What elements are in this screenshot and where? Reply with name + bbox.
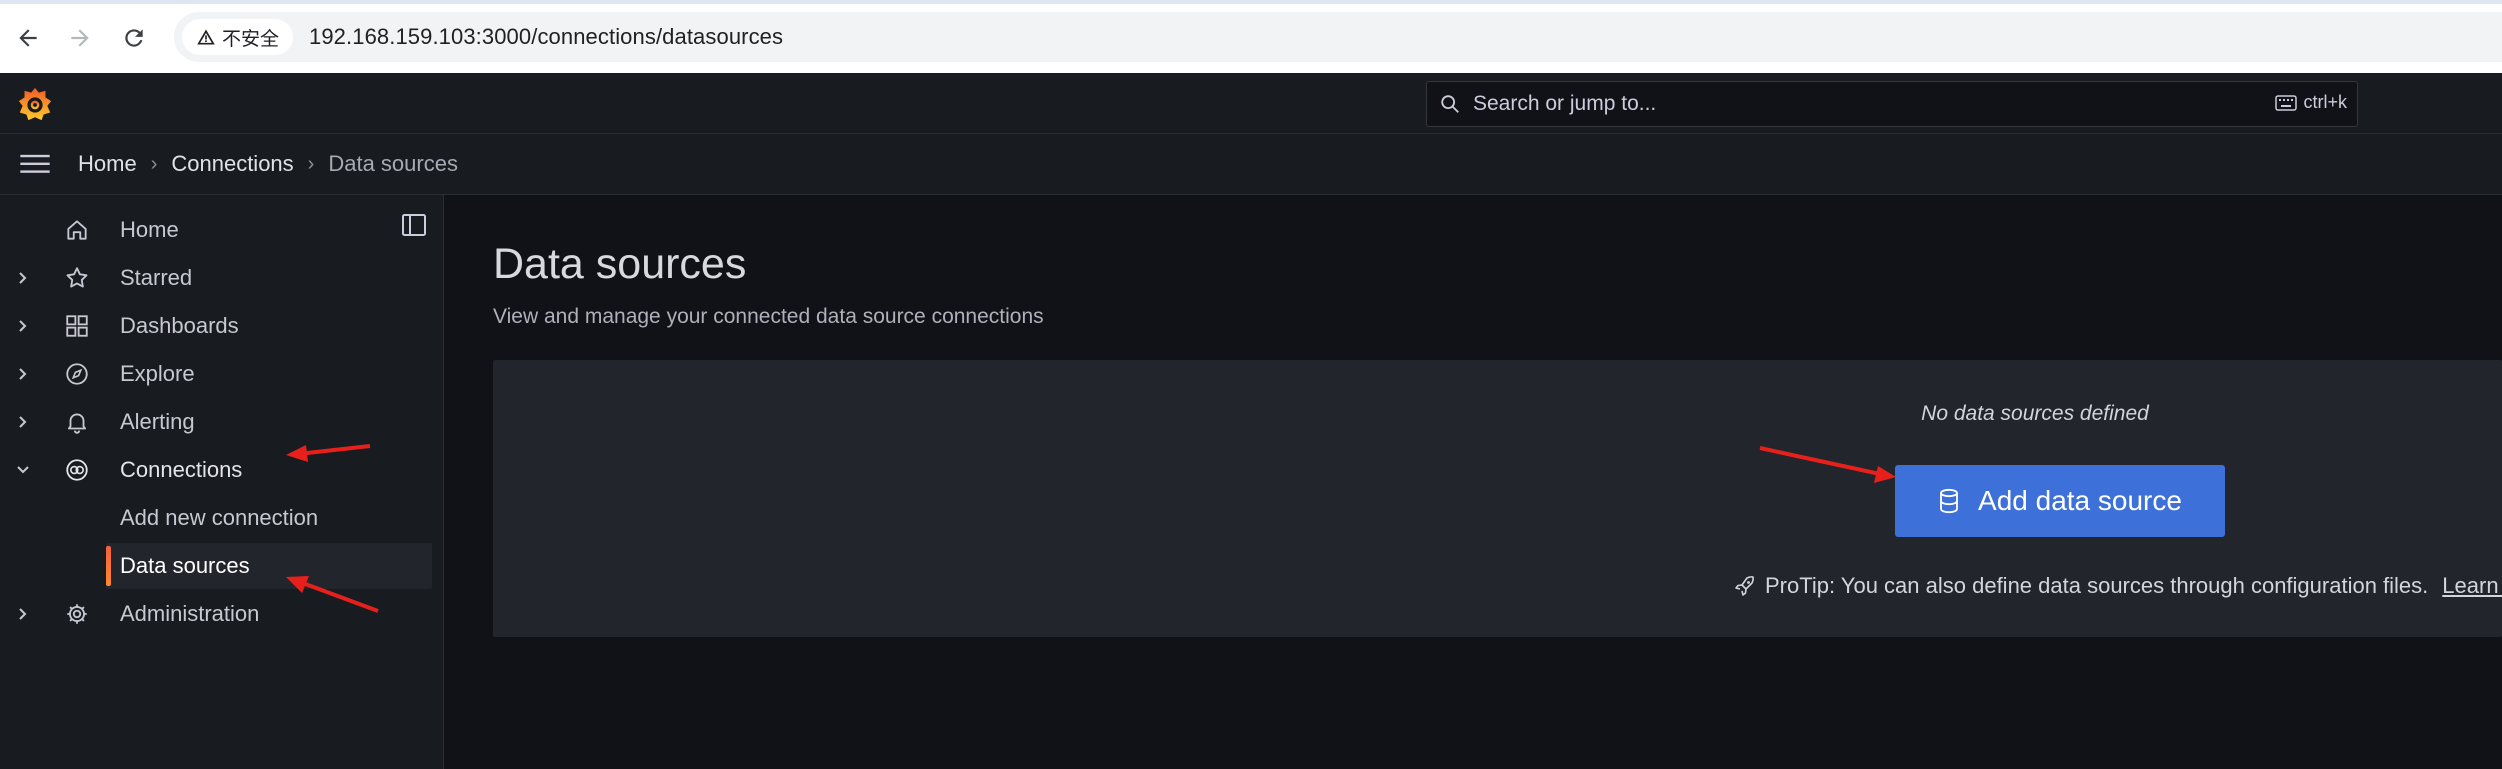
forward-button[interactable] xyxy=(60,18,100,58)
empty-state-panel: No data sources defined Add data source … xyxy=(493,360,2502,637)
sidebar-subitem-add-new-connection[interactable]: Add new connection xyxy=(106,495,432,541)
breadcrumb-home[interactable]: Home xyxy=(78,151,137,177)
warning-icon xyxy=(197,29,215,45)
reload-button[interactable] xyxy=(114,18,154,58)
security-indicator[interactable]: 不安全 xyxy=(182,19,294,55)
connections-icon xyxy=(66,459,88,481)
breadcrumb-data-sources: Data sources xyxy=(328,151,458,176)
main-content: Data sources View and manage your connec… xyxy=(444,195,2502,769)
add-data-source-label: Add data source xyxy=(1978,485,2182,516)
sidebar-subitem-label: Data sources xyxy=(120,553,250,578)
sidebar-item-label: Explore xyxy=(120,361,195,386)
shortcut-label: ctrl+k xyxy=(2303,92,2347,112)
global-search[interactable]: Search or jump to... ctrl+k xyxy=(1426,81,2358,127)
active-indicator xyxy=(106,546,111,586)
chevron-right-icon[interactable] xyxy=(13,268,33,288)
chevron-right-icon: › xyxy=(150,152,158,175)
breadcrumb-connections[interactable]: Connections xyxy=(171,151,293,177)
page-subtitle: View and manage your connected data sour… xyxy=(493,305,1044,328)
sidebar-item-label: Administration xyxy=(120,601,260,626)
home-icon xyxy=(67,220,87,240)
page-title: Data sources xyxy=(493,240,747,288)
url-text[interactable]: 192.168.159.103:3000/connections/datasou… xyxy=(309,24,783,50)
chevron-right-icon[interactable] xyxy=(13,364,33,384)
learn-more-link[interactable]: Learn m xyxy=(2442,573,2502,599)
sidebar-item-alerting[interactable]: Alerting xyxy=(0,399,443,445)
sidebar-item-label: Starred xyxy=(120,265,193,290)
compass-icon xyxy=(66,363,88,385)
chevron-right-icon[interactable] xyxy=(13,412,33,432)
search-placeholder: Search or jump to... xyxy=(1473,92,1657,115)
add-data-source-button[interactable]: Add data source xyxy=(1895,465,2225,537)
sidebar-item-starred[interactable]: Starred xyxy=(0,255,443,301)
sidebar-item-label: Connections xyxy=(120,457,243,482)
reload-icon xyxy=(125,29,143,47)
back-button[interactable] xyxy=(8,18,48,58)
address-bar[interactable]: 不安全 192.168.159.103:3000/connections/dat… xyxy=(174,12,2502,62)
sidebar-nav: Home Starred Dashboards Explore Alerting… xyxy=(0,195,444,769)
sidebar-item-connections[interactable]: Connections xyxy=(0,447,443,493)
sidebar-item-label: Alerting xyxy=(120,409,195,434)
cog-icon xyxy=(67,604,87,624)
rocket-icon xyxy=(1735,576,1754,596)
sidebar-item-label: Home xyxy=(120,217,179,242)
sidebar-item-explore[interactable]: Explore xyxy=(0,351,443,397)
chevron-down-icon[interactable] xyxy=(13,460,33,480)
keyboard-icon xyxy=(2275,94,2298,111)
search-icon xyxy=(1441,95,1459,113)
grafana-logo-icon[interactable] xyxy=(16,85,54,123)
sidebar-item-home[interactable]: Home xyxy=(0,207,443,253)
chevron-right-icon[interactable] xyxy=(13,316,33,336)
breadcrumb-bar: Home › Connections › Data sources xyxy=(0,134,2502,195)
sidebar-subitem-label: Add new connection xyxy=(120,505,319,530)
menu-toggle-button[interactable] xyxy=(18,147,52,181)
back-arrow-icon xyxy=(19,29,37,47)
top-navbar: Search or jump to... ctrl+k xyxy=(0,73,2502,134)
apps-icon xyxy=(66,315,88,337)
empty-state-message: No data sources defined xyxy=(1921,402,2149,425)
star-icon xyxy=(66,267,88,288)
protip-text: ProTip: You can also define data sources… xyxy=(1765,573,2429,598)
chevron-right-icon: › xyxy=(307,152,315,175)
sidebar-item-dashboards[interactable]: Dashboards xyxy=(0,303,443,349)
tab-strip-edge xyxy=(0,0,2502,4)
bell-icon xyxy=(67,413,87,434)
keyboard-shortcut-hint: ctrl+k xyxy=(2275,92,2347,113)
breadcrumb: Home › Connections › Data sources xyxy=(78,151,458,177)
protip: ProTip: You can also define data sources… xyxy=(1733,573,2502,599)
database-icon xyxy=(1940,488,1958,514)
sidebar-subitem-data-sources[interactable]: Data sources xyxy=(106,543,432,589)
browser-toolbar: 不安全 192.168.159.103:3000/connections/dat… xyxy=(0,0,2502,74)
security-label: 不安全 xyxy=(222,28,280,50)
forward-arrow-icon xyxy=(71,29,89,47)
sidebar-item-label: Dashboards xyxy=(120,313,239,338)
chevron-right-icon[interactable] xyxy=(13,604,33,624)
sidebar-item-administration[interactable]: Administration xyxy=(0,591,443,637)
hamburger-icon xyxy=(20,154,50,173)
